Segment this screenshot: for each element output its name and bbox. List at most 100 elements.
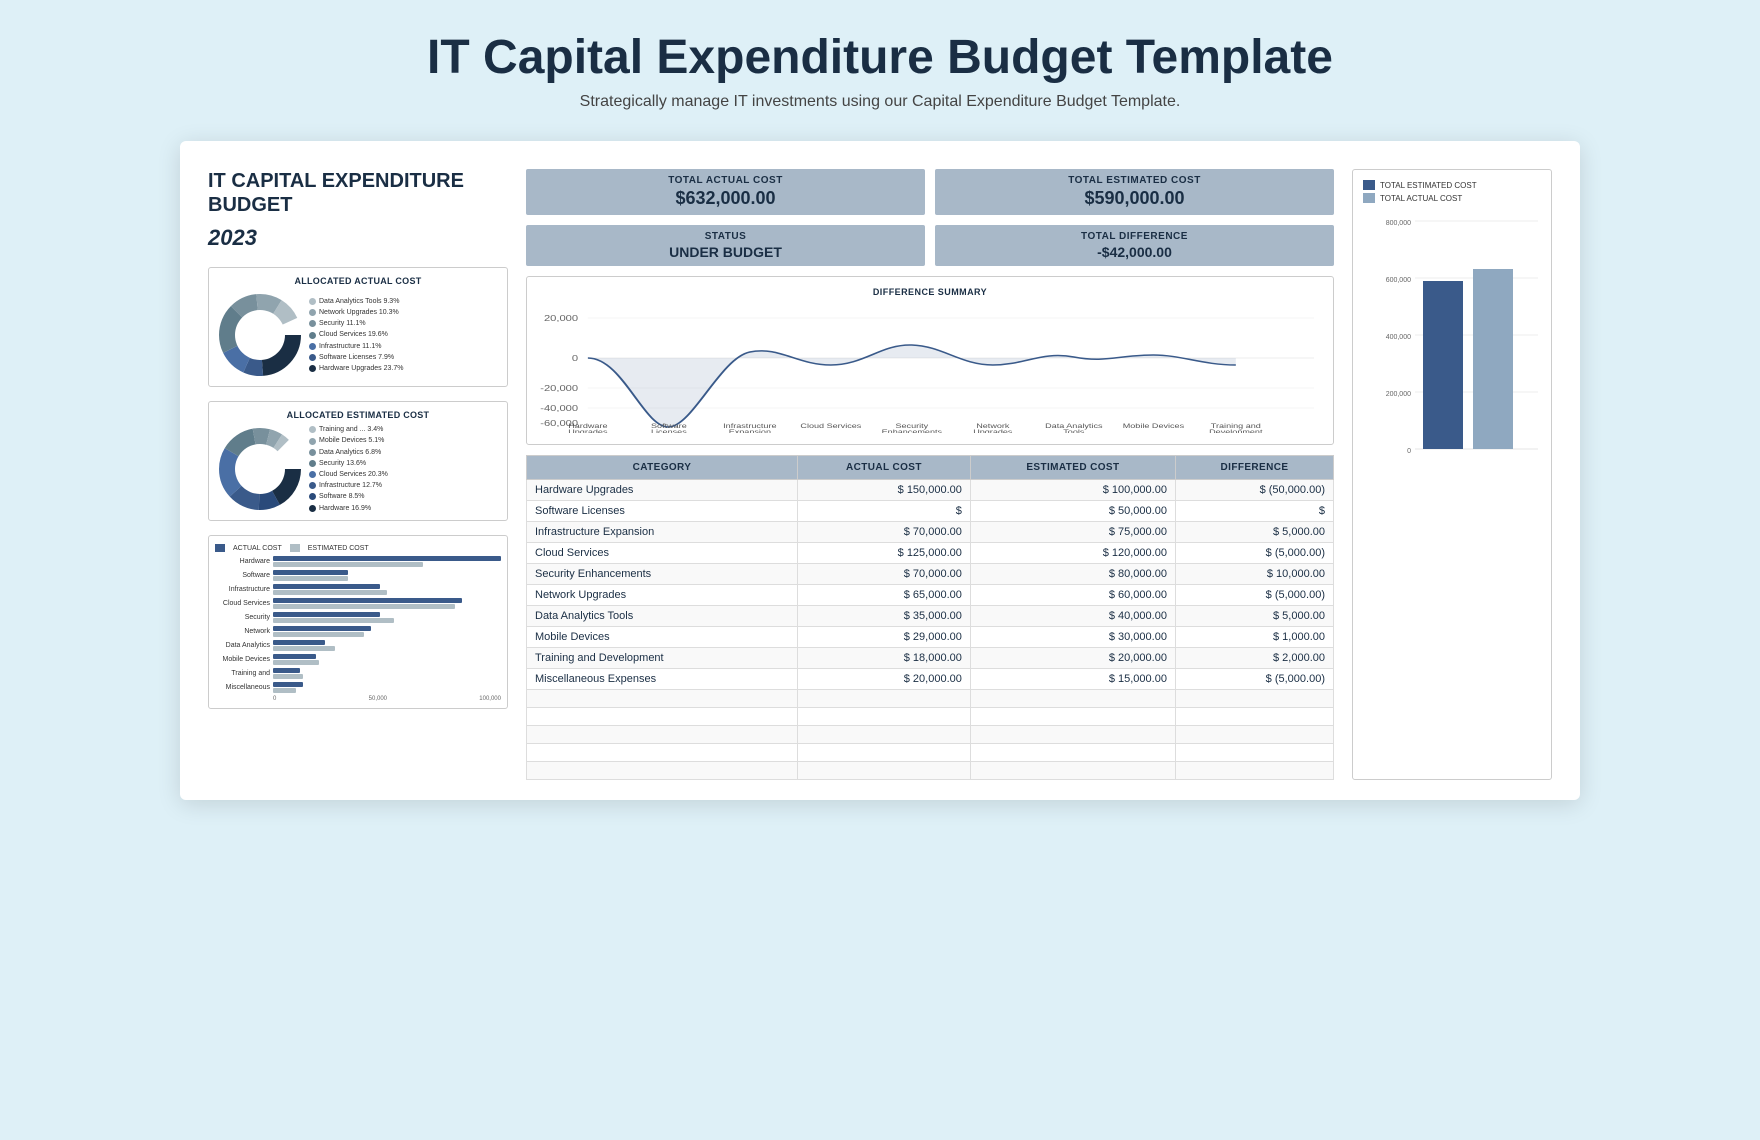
compare-legend-estimated: TOTAL ESTIMATED COST <box>1380 181 1477 190</box>
table-cell-difference: $ (5,000.00) <box>1175 669 1333 690</box>
table-cell-category: Mobile Devices <box>527 627 798 648</box>
status-label: STATUS <box>536 231 915 242</box>
data-table: CATEGORY ACTUAL COST ESTIMATED COST DIFF… <box>526 455 1334 780</box>
table-cell-actual: $ 65,000.00 <box>798 585 971 606</box>
svg-text:600,000: 600,000 <box>1386 277 1411 284</box>
difference-box: TOTAL DIFFERENCE -$42,000.00 <box>935 225 1334 266</box>
table-cell-estimated: $ 75,000.00 <box>970 522 1175 543</box>
table-cell-difference: $ 10,000.00 <box>1175 564 1333 585</box>
table-empty-row <box>527 762 1334 780</box>
table-row: Hardware Upgrades $ 150,000.00 $ 100,000… <box>527 480 1334 501</box>
page-title: IT Capital Expenditure Budget Template <box>427 30 1333 85</box>
donut2-title: ALLOCATED ESTIMATED COST <box>215 410 501 420</box>
svg-text:Cloud Services: Cloud Services <box>800 422 861 429</box>
bar-axis-labels: 050,000100,000 <box>215 696 501 702</box>
table-cell-estimated: $ 20,000.00 <box>970 648 1175 669</box>
table-empty-row <box>527 690 1334 708</box>
table-empty-row <box>527 744 1334 762</box>
table-cell-actual: $ <box>798 501 971 522</box>
estimated-cost-box: TOTAL ESTIMATED COST $590,000.00 <box>935 169 1334 215</box>
difference-summary-chart: DIFFERENCE SUMMARY 20,000 0 -20,000 -40,… <box>526 276 1334 445</box>
bar-chart-legend: ACTUAL COST ESTIMATED COST <box>215 544 501 552</box>
table-cell-difference: $ (5,000.00) <box>1175 543 1333 564</box>
table-row: Security Enhancements $ 70,000.00 $ 80,0… <box>527 564 1334 585</box>
table-cell-category: Software Licenses <box>527 501 798 522</box>
table-cell-actual: $ 29,000.00 <box>798 627 971 648</box>
table-cell-difference: $ 2,000.00 <box>1175 648 1333 669</box>
table-row: Software Licenses $ $ 50,000.00 $ <box>527 501 1334 522</box>
svg-text:400,000: 400,000 <box>1386 334 1411 341</box>
svg-text:Upgrades: Upgrades <box>973 428 1012 433</box>
table-cell-actual: $ 20,000.00 <box>798 669 971 690</box>
table-cell-difference: $ 1,000.00 <box>1175 627 1333 648</box>
table-empty-row <box>527 726 1334 744</box>
right-column: TOTAL ESTIMATED COST TOTAL ACTUAL COST 8… <box>1352 169 1552 780</box>
table-cell-estimated: $ 40,000.00 <box>970 606 1175 627</box>
estimated-cost-label: TOTAL ESTIMATED COST <box>945 175 1324 186</box>
table-cell-actual: $ 150,000.00 <box>798 480 971 501</box>
left-column: IT CAPITAL EXPENDITURE BUDGET 2023 ALLOC… <box>208 169 508 780</box>
doc-year: 2023 <box>208 225 508 251</box>
bar-chart-rows: Hardware Software Infrastructure Cloud S… <box>215 556 501 693</box>
actual-cost-value: $632,000.00 <box>536 188 915 209</box>
donut1-svg <box>215 290 305 380</box>
horizontal-bar-chart: ACTUAL COST ESTIMATED COST Hardware Soft… <box>208 535 508 709</box>
compare-chart-svg: 800,000 600,000 400,000 200,000 0 <box>1363 211 1543 551</box>
status-value: UNDER BUDGET <box>536 244 915 260</box>
difference-value: -$42,000.00 <box>945 244 1324 260</box>
table-cell-estimated: $ 120,000.00 <box>970 543 1175 564</box>
table-cell-actual: $ 35,000.00 <box>798 606 971 627</box>
donut-chart-actual: ALLOCATED ACTUAL COST Data Analytics Too… <box>208 267 508 387</box>
svg-text:Expansion: Expansion <box>729 428 771 433</box>
table-cell-category: Miscellaneous Expenses <box>527 669 798 690</box>
donut-chart-estimated: ALLOCATED ESTIMATED COST Training and ..… <box>208 401 508 521</box>
table-row: Mobile Devices $ 29,000.00 $ 30,000.00 $… <box>527 627 1334 648</box>
table-cell-category: Training and Development <box>527 648 798 669</box>
table-cell-difference: $ (50,000.00) <box>1175 480 1333 501</box>
estimated-cost-value: $590,000.00 <box>945 188 1324 209</box>
table-cell-difference: $ 5,000.00 <box>1175 522 1333 543</box>
table-cell-actual: $ 70,000.00 <box>798 522 971 543</box>
summary-row-1: TOTAL ACTUAL COST $632,000.00 TOTAL ESTI… <box>526 169 1334 215</box>
donut1-legend: Data Analytics Tools 9.3% Network Upgrad… <box>309 296 403 374</box>
table-cell-estimated: $ 30,000.00 <box>970 627 1175 648</box>
table-cell-estimated: $ 60,000.00 <box>970 585 1175 606</box>
table-cell-category: Cloud Services <box>527 543 798 564</box>
compare-bar-chart: TOTAL ESTIMATED COST TOTAL ACTUAL COST 8… <box>1352 169 1552 780</box>
diff-chart-title: DIFFERENCE SUMMARY <box>539 287 1321 297</box>
svg-text:Development: Development <box>1209 428 1263 433</box>
table-row: Miscellaneous Expenses $ 20,000.00 $ 15,… <box>527 669 1334 690</box>
table-cell-category: Hardware Upgrades <box>527 480 798 501</box>
col-header-actual: ACTUAL COST <box>798 456 971 480</box>
table-cell-estimated: $ 100,000.00 <box>970 480 1175 501</box>
table-cell-estimated: $ 80,000.00 <box>970 564 1175 585</box>
estimated-bar <box>1423 281 1463 449</box>
table-cell-category: Security Enhancements <box>527 564 798 585</box>
table-cell-category: Data Analytics Tools <box>527 606 798 627</box>
table-cell-category: Infrastructure Expansion <box>527 522 798 543</box>
compare-legend-actual: TOTAL ACTUAL COST <box>1380 194 1462 203</box>
summary-row-2: STATUS UNDER BUDGET TOTAL DIFFERENCE -$4… <box>526 225 1334 266</box>
actual-cost-label: TOTAL ACTUAL COST <box>536 175 915 186</box>
actual-bar <box>1473 269 1513 449</box>
table-cell-estimated: $ 15,000.00 <box>970 669 1175 690</box>
page-subtitle: Strategically manage IT investments usin… <box>580 93 1181 111</box>
difference-label: TOTAL DIFFERENCE <box>945 231 1324 242</box>
table-cell-difference: $ <box>1175 501 1333 522</box>
svg-text:Upgrades: Upgrades <box>568 428 607 433</box>
compare-legend: TOTAL ESTIMATED COST TOTAL ACTUAL COST <box>1363 180 1541 203</box>
svg-text:Tools: Tools <box>1063 428 1084 433</box>
svg-text:0: 0 <box>1407 448 1411 455</box>
svg-text:-20,000: -20,000 <box>540 384 579 393</box>
table-cell-actual: $ 125,000.00 <box>798 543 971 564</box>
table-cell-difference: $ (5,000.00) <box>1175 585 1333 606</box>
svg-text:20,000: 20,000 <box>544 314 579 323</box>
col-header-estimated: ESTIMATED COST <box>970 456 1175 480</box>
svg-text:Enhancements: Enhancements <box>882 428 942 433</box>
table-row: Data Analytics Tools $ 35,000.00 $ 40,00… <box>527 606 1334 627</box>
col-header-category: CATEGORY <box>527 456 798 480</box>
main-card: IT CAPITAL EXPENDITURE BUDGET 2023 ALLOC… <box>180 141 1580 800</box>
table-row: Infrastructure Expansion $ 70,000.00 $ 7… <box>527 522 1334 543</box>
svg-text:0: 0 <box>572 354 579 363</box>
status-box: STATUS UNDER BUDGET <box>526 225 925 266</box>
